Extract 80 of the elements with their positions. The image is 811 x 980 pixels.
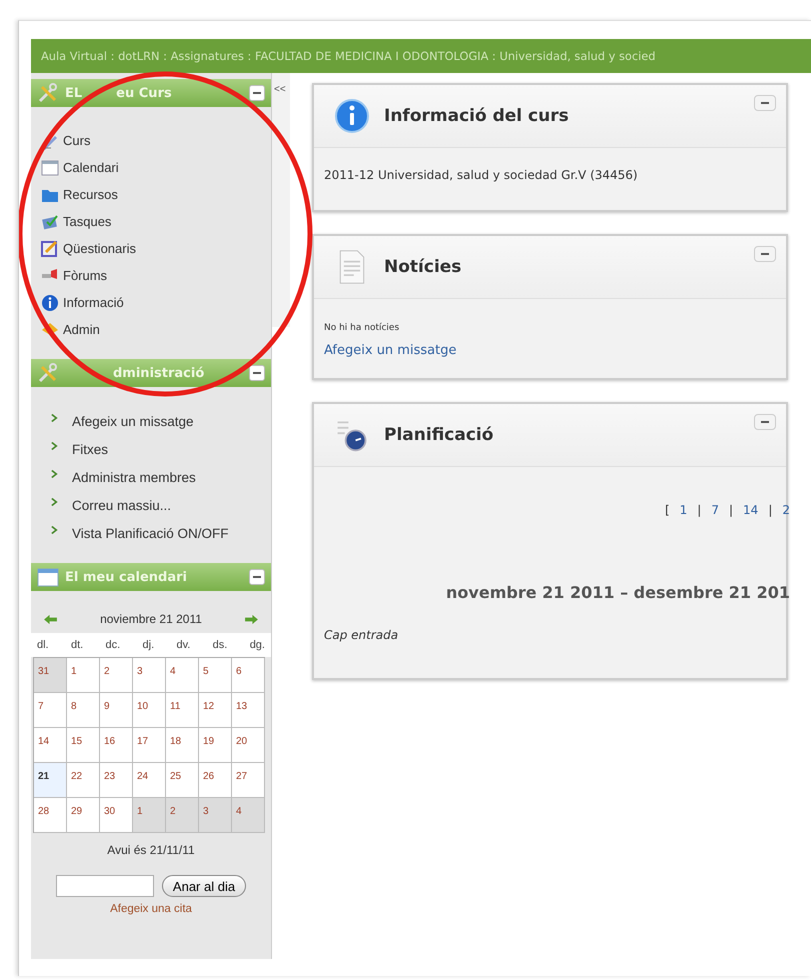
day-cell[interactable]: 8 <box>67 693 100 728</box>
day-cell[interactable]: 15 <box>67 728 100 763</box>
day-cell[interactable]: 4 <box>232 798 265 833</box>
day-cell[interactable]: 6 <box>232 658 265 693</box>
weekday-label: ds. <box>212 639 228 651</box>
weekday-label: dv. <box>176 639 190 651</box>
menu-item[interactable]: Tasques <box>41 208 271 235</box>
weekday-label: dl. <box>37 639 49 651</box>
day-cell[interactable]: 30 <box>100 798 133 833</box>
menu-item[interactable]: Correu massiu... <box>51 491 271 519</box>
menu-item[interactable]: Fitxes <box>51 435 271 463</box>
day-cell[interactable]: 9 <box>100 693 133 728</box>
menu-item[interactable]: Calendari <box>41 154 271 181</box>
day-cell[interactable]: 5 <box>199 658 232 693</box>
menu-item[interactable]: Fòrums <box>41 262 271 289</box>
menu-item[interactable]: Vista Planificació ON/OFF <box>51 519 271 547</box>
menu-item[interactable]: Curs <box>41 127 271 154</box>
day-cell[interactable]: 17 <box>133 728 166 763</box>
day-cell[interactable]: 28 <box>34 798 67 833</box>
menu-item[interactable]: Admin <box>41 316 271 343</box>
menu-item[interactable]: Administra membres <box>51 463 271 491</box>
panel-title: Notícies <box>384 257 462 277</box>
day-cell[interactable]: 27 <box>232 763 265 798</box>
separator: | <box>697 503 702 517</box>
day-cell[interactable]: 1 <box>67 658 100 693</box>
page-link[interactable]: 2 <box>782 503 790 517</box>
day-cell[interactable]: 22 <box>67 763 100 798</box>
day-cell[interactable]: 14 <box>34 728 67 763</box>
day-cell[interactable]: 24 <box>133 763 166 798</box>
page-link[interactable]: 1 <box>680 503 688 517</box>
day-cell[interactable]: 1 <box>133 798 166 833</box>
menu-item[interactable]: Afegeix un missatge <box>51 407 271 435</box>
date-range: novembre 21 2011 – desembre 21 201 <box>445 583 790 602</box>
day-cell[interactable]: 12 <box>199 693 232 728</box>
section-title: EL <box>65 86 82 100</box>
day-cell[interactable]: 26 <box>199 763 232 798</box>
day-cell[interactable]: 7 <box>34 693 67 728</box>
section-title: dministració <box>113 366 204 380</box>
day-cell[interactable]: 31 <box>34 658 67 693</box>
go-button[interactable]: Anar al dia <box>162 875 246 897</box>
day-cell[interactable]: 18 <box>166 728 199 763</box>
weekday-label: dt. <box>70 639 84 651</box>
empty-message: Cap entrada <box>324 628 400 642</box>
day-cell[interactable]: 3 <box>133 658 166 693</box>
menu-item[interactable]: Recursos <box>41 181 271 208</box>
separator: [ <box>664 503 670 517</box>
collapse-button[interactable]: << <box>272 84 288 95</box>
day-cell[interactable]: 2 <box>100 658 133 693</box>
day-cell[interactable]: 3 <box>199 798 232 833</box>
day-cell[interactable]: 13 <box>232 693 265 728</box>
day-cell[interactable]: 25 <box>166 763 199 798</box>
page-link[interactable]: 7 <box>711 503 719 517</box>
day-cell[interactable]: 23 <box>100 763 133 798</box>
section-title: El meu calendari <box>65 570 187 584</box>
separator: | <box>768 503 772 517</box>
course-name: 2011-12 Universidad, salud y sociedad Gr.V (34456) <box>324 168 639 182</box>
menu-item[interactable]: Informació <box>41 289 271 316</box>
month-title: noviembre 21 2011 <box>100 612 202 626</box>
add-appointment-link[interactable]: Afegeix una cita <box>110 903 192 915</box>
today-text: Avui és 21/11/11 <box>106 843 196 857</box>
panel-title: Informació del curs <box>384 106 569 126</box>
add-message-link[interactable]: Afegeix un missatge <box>324 343 456 358</box>
day-cell[interactable]: 19 <box>199 728 232 763</box>
day-cell[interactable]: 21 <box>34 763 67 798</box>
empty-message: No hi ha notícies <box>324 323 400 333</box>
day-cell[interactable]: 4 <box>166 658 199 693</box>
day-cell[interactable]: 10 <box>133 693 166 728</box>
page-link[interactable]: 14 <box>743 503 758 517</box>
panel-title: Planificació <box>384 425 494 445</box>
section-title: eu Curs <box>116 86 172 100</box>
day-cell[interactable]: 16 <box>100 728 133 763</box>
weekday-label: dc. <box>106 639 120 651</box>
day-cell[interactable]: 2 <box>166 798 199 833</box>
menu-item[interactable]: Qüestionaris <box>41 235 271 262</box>
day-cell[interactable]: 29 <box>67 798 100 833</box>
day-cell[interactable]: 11 <box>166 693 199 728</box>
separator: | <box>728 503 734 517</box>
weekday-label: dj. <box>142 639 154 651</box>
day-cell[interactable]: 20 <box>232 728 265 763</box>
weekday-label: dg. <box>250 639 265 651</box>
